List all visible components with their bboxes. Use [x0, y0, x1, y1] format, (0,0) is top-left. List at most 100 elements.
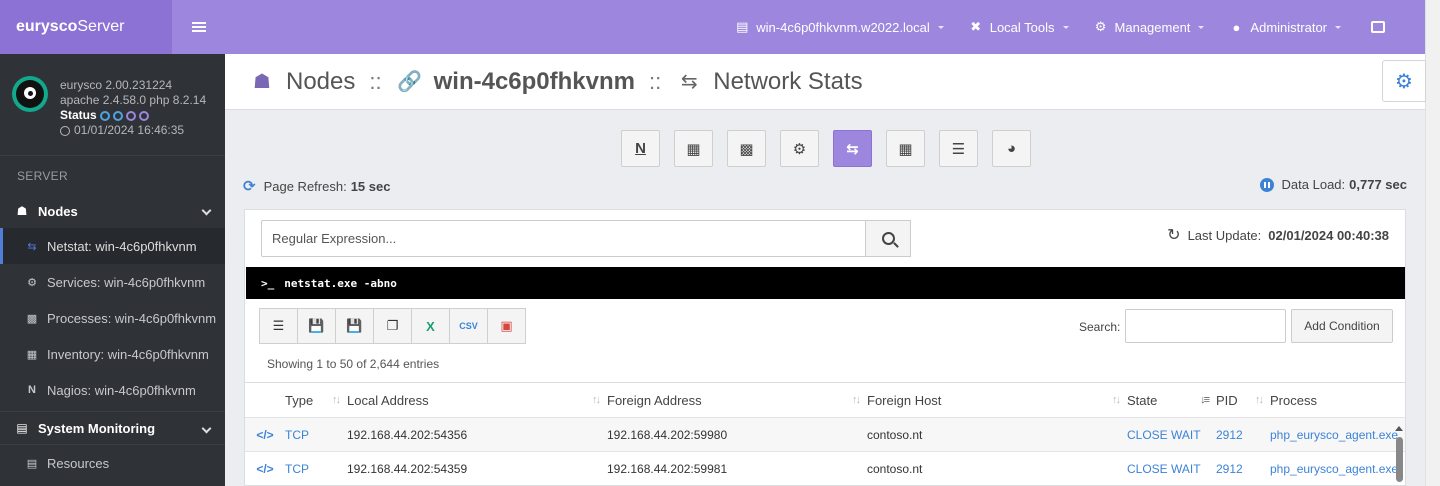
sidebar-toggle-button[interactable] [172, 0, 225, 54]
pause-icon[interactable] [1259, 177, 1274, 192]
brand-logo[interactable]: euryscoServer [0, 18, 172, 36]
refresh-icon[interactable]: ⟳ [243, 177, 256, 195]
sidebar-item-resources[interactable]: ▤ Resources [0, 445, 225, 481]
local-tools-menu[interactable]: ✖ Local Tools [968, 19, 1069, 35]
copy-button[interactable]: ❐ [373, 308, 412, 344]
fullscreen-icon[interactable] [1371, 21, 1385, 33]
sidebar: euryscoServer eurysco 2.00.231224 apache… [0, 0, 225, 486]
clear-state-button[interactable]: 💾 [335, 308, 374, 344]
brand-bar: euryscoServer [0, 0, 225, 54]
sidebar-item-netstat[interactable]: ⇆ Netstat: win-4c6p0fhkvnm [0, 228, 225, 264]
services-button[interactable]: ⚙ [780, 130, 819, 167]
scroll-up-icon[interactable] [1395, 426, 1403, 431]
eventlog-button[interactable]: ☰ [939, 130, 978, 167]
regex-input[interactable] [261, 220, 866, 257]
search-icon [881, 232, 895, 245]
chevron-down-icon [201, 205, 212, 216]
processes-button[interactable]: ▩ [727, 130, 766, 167]
table-row[interactable]: </> TCP 192.168.44.202:54356 192.168.44.… [245, 418, 1405, 452]
user-menu[interactable]: ● Administrator [1228, 20, 1341, 35]
column-process[interactable]: Process [1270, 393, 1405, 408]
command-text: netstat.exe -abno [284, 276, 397, 290]
netstat-table: Type ↑↓ Local Address ↑↓ Foreign Address ↑↓… [245, 382, 1405, 485]
gear-icon: ⚙ [792, 140, 807, 158]
avatar [12, 76, 48, 112]
sidebar-item-processes[interactable]: ▩ Processes: win-4c6p0fhkvnm [0, 300, 225, 336]
column-visibility-button[interactable]: ☰ [259, 308, 298, 344]
caret-down-icon [1335, 25, 1341, 29]
node-tool-buttons: N ▦ ▩ ⚙ ⇆ ▦ ☰ ◕ [621, 130, 1031, 167]
csv-icon: CSV [459, 321, 478, 331]
stack-text: apache 2.4.58.0 php 8.2.14 [60, 93, 207, 107]
column-pid[interactable]: PID ↑↓ [1216, 393, 1270, 408]
scroll-thumb[interactable] [1395, 437, 1403, 482]
sidebar-item-inventory[interactable]: ▦ Inventory: win-4c6p0fhkvnm [0, 336, 225, 372]
nagios-icon: N [28, 384, 36, 396]
pdf-export-button[interactable]: ▣ [487, 308, 526, 344]
save-x-icon: 💾 [346, 318, 363, 333]
section-label-server: SERVER [17, 169, 68, 183]
excel-icon: X [426, 318, 435, 334]
sort-icon: ↑↓ [592, 394, 601, 406]
page-scrollbar[interactable] [1425, 0, 1440, 486]
table-search-input[interactable] [1125, 309, 1286, 343]
code-icon[interactable]: </> [245, 462, 285, 476]
code-icon[interactable]: </> [245, 428, 285, 442]
excel-export-button[interactable]: X [411, 308, 450, 344]
settings-gear-button[interactable]: ⚙ [1382, 60, 1426, 102]
nagios-icon: N [635, 140, 646, 157]
page-title: Network Stats [713, 67, 863, 95]
entries-info: Showing 1 to 50 of 2,644 entries [267, 357, 440, 371]
last-update: ↻ Last Update: 02/01/2024 00:40:38 [1167, 227, 1389, 244]
server-menu[interactable]: ▤ win-4c6p0fhkvnm.w2022.local [734, 19, 944, 35]
sitemap-icon: ☗ [253, 71, 271, 93]
exchange-icon: ⇆ [27, 240, 37, 253]
csv-export-button[interactable]: CSV [449, 308, 488, 344]
sidebar-group-nodes[interactable]: ☗ Nodes [0, 194, 225, 228]
resources-icon: ▤ [26, 457, 38, 470]
export-buttons: ☰ 💾 💾 ❐ X CSV ▣ [259, 308, 526, 344]
column-type[interactable]: Type ↑↓ [285, 393, 347, 408]
server-icon: ▤ [736, 19, 749, 34]
sitemap-icon: ☗ [16, 204, 28, 218]
breadcrumb-host[interactable]: win-4c6p0fhkvnm [434, 68, 635, 96]
add-condition-button[interactable]: Add Condition [1291, 309, 1393, 343]
nagios-button[interactable]: N [621, 130, 660, 167]
sort-icon: ↑↓ [1255, 394, 1264, 406]
qrcode-icon: ▦ [26, 348, 38, 361]
regex-search-group [261, 220, 911, 257]
save-state-button[interactable]: 💾 [297, 308, 336, 344]
copy-icon: ❐ [386, 318, 399, 333]
column-foreign-host[interactable]: Foreign Host ↑↓ [867, 393, 1127, 408]
table-row[interactable]: </> TCP 192.168.44.202:54359 192.168.44.… [245, 452, 1405, 485]
bar-chart-icon: ▩ [739, 140, 754, 158]
table-scrollbar[interactable] [1395, 426, 1403, 485]
inventory-button[interactable]: ▦ [674, 130, 713, 167]
sidebar-item-services[interactable]: ⚙ Services: win-4c6p0fhkvnm [0, 264, 225, 300]
command-bar: >_ netstat.exe -abno [246, 267, 1405, 299]
sort-icon: ↑↓ [1112, 394, 1121, 406]
list-check-icon: ☰ [272, 318, 285, 333]
management-menu[interactable]: ⚙ Management [1093, 19, 1205, 35]
data-load: Data Load: 0,777 sec [1259, 177, 1407, 192]
netstat-button[interactable]: ⇆ [833, 130, 872, 167]
cogs-icon: ⚙ [1094, 19, 1107, 34]
eye-logo-icon [16, 80, 44, 108]
scheduler-button[interactable]: ▦ [886, 130, 925, 167]
wrench-icon: ✖ [970, 19, 982, 34]
column-state[interactable]: State ↓≡ [1127, 393, 1216, 408]
sidebar-group-system-monitoring[interactable]: ▤ System Monitoring [0, 411, 225, 445]
sort-desc-icon: ↓≡ [1200, 394, 1210, 406]
regex-search-button[interactable] [866, 220, 911, 257]
column-foreign-address[interactable]: Foreign Address ↑↓ [607, 393, 867, 408]
list-icon: ☰ [951, 140, 966, 158]
dashboard-icon: ▤ [16, 421, 28, 435]
sidebar-item-nagios[interactable]: N Nagios: win-4c6p0fhkvnm [0, 372, 225, 408]
breadcrumb-nodes[interactable]: Nodes [286, 68, 355, 96]
hdd-icon: ◕ [1006, 140, 1017, 157]
status-refresh-icon [138, 110, 149, 121]
terminal-icon: >_ [261, 276, 275, 290]
disk-button[interactable]: ◕ [992, 130, 1031, 167]
column-local-address[interactable]: Local Address ↑↓ [347, 393, 607, 408]
gear-icon: ⚙ [27, 276, 37, 289]
